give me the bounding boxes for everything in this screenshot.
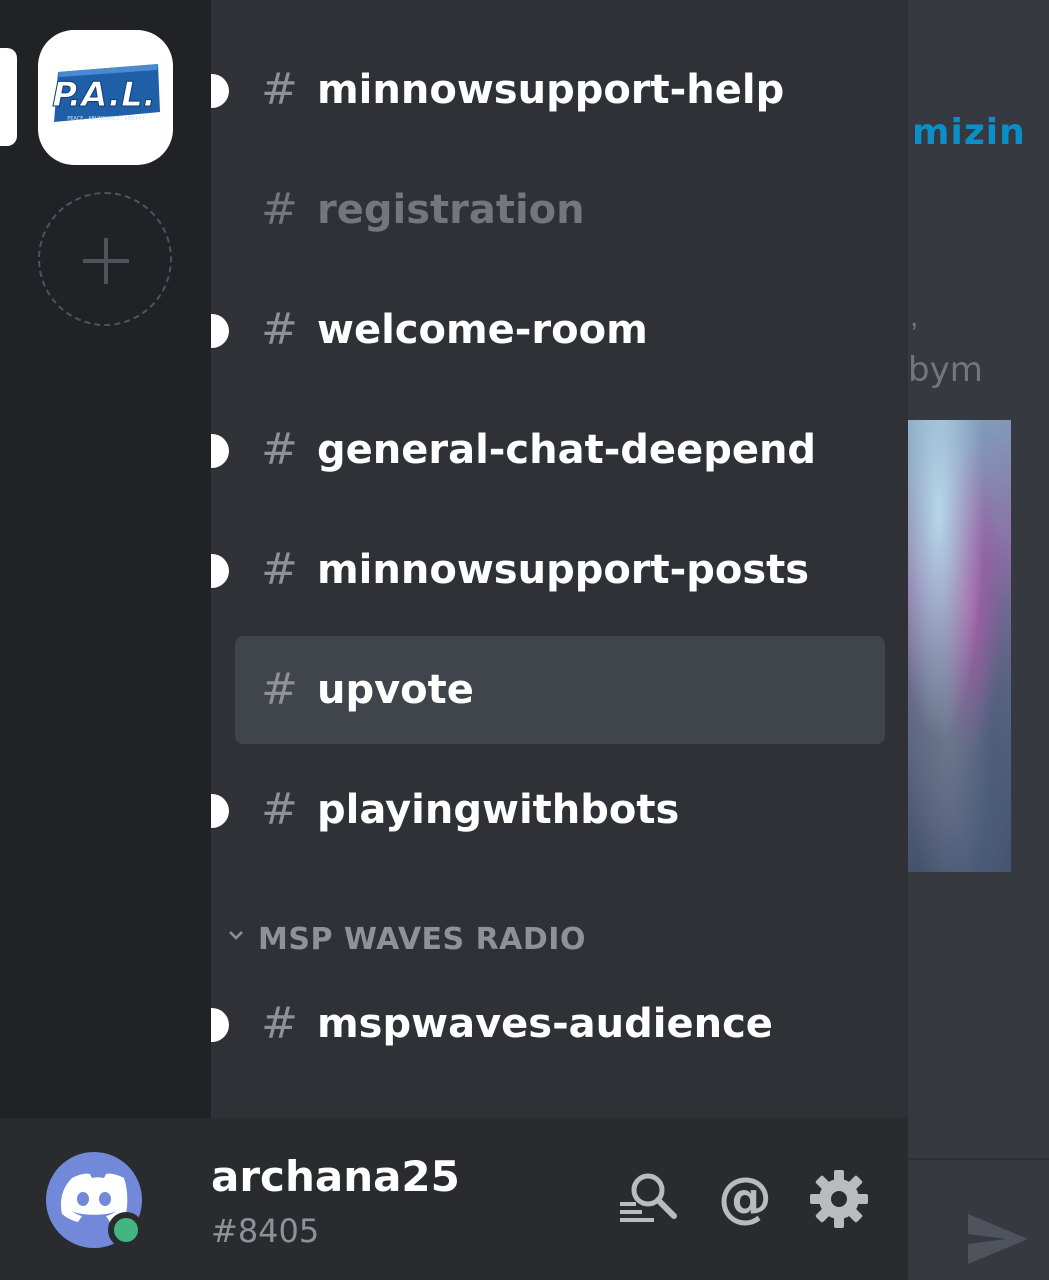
chat-text-fragment: mizin: [912, 112, 1026, 153]
message-input-bar[interactable]: [908, 1158, 1049, 1280]
channel-name: upvote: [317, 667, 474, 713]
channel-name: mspwaves-audience: [317, 1001, 773, 1047]
send-icon[interactable]: [966, 1212, 1030, 1266]
svg-text:P.A.L.: P.A.L.: [52, 75, 156, 115]
channel-name: registration: [317, 187, 585, 233]
hash-icon: #: [261, 184, 298, 235]
online-status-indicator: [108, 1212, 144, 1248]
channel-name: playingwithbots: [317, 787, 680, 833]
channel-item-mspwaves-audience[interactable]: # mspwaves-audience: [211, 970, 885, 1078]
channel-name: welcome-room: [317, 307, 648, 353]
hash-icon: #: [261, 544, 298, 595]
channel-name: minnowsupport-posts: [317, 547, 810, 593]
unread-indicator: [211, 74, 229, 108]
selected-server-indicator: [0, 48, 17, 146]
channel-name: minnowsupport-help: [317, 67, 785, 113]
server-icon-pal[interactable]: P.A.L. PEACE · ABUNDANCE · LIBERTY: [38, 30, 173, 165]
gear-icon[interactable]: [806, 1166, 872, 1232]
hash-icon: #: [261, 664, 298, 715]
channel-item-upvote[interactable]: # upvote: [235, 636, 885, 744]
app-root: mizin , bym P.A.L. PEACE · ABUNDANCE · L…: [0, 0, 1049, 1280]
chevron-down-icon: [229, 931, 243, 940]
channel-item-playingwithbots[interactable]: # playingwithbots: [211, 756, 885, 864]
hash-icon: #: [261, 998, 298, 1049]
search-icon[interactable]: [614, 1166, 680, 1232]
channel-item-general-chat-deepend[interactable]: # general-chat-deepend: [211, 396, 885, 504]
chat-image-attachment[interactable]: [908, 420, 1011, 872]
server-rail: P.A.L. PEACE · ABUNDANCE · LIBERTY: [0, 0, 211, 1118]
channel-name: general-chat-deepend: [317, 427, 817, 473]
channel-item-welcome-room[interactable]: # welcome-room: [211, 276, 885, 384]
svg-text:PEACE · ABUNDANCE · LIBERTY: PEACE · ABUNDANCE · LIBERTY: [67, 116, 146, 122]
category-label: MSP WAVES RADIO: [258, 922, 586, 957]
username: archana25: [211, 1152, 460, 1201]
hash-icon: #: [261, 64, 298, 115]
chat-text-fragment: bym: [908, 350, 983, 390]
pal-logo-icon: P.A.L. PEACE · ABUNDANCE · LIBERTY: [52, 64, 160, 122]
channel-item-minnowsupport-help[interactable]: # minnowsupport-help: [211, 36, 885, 144]
plus-icon: [104, 238, 108, 284]
hash-icon: #: [261, 784, 298, 835]
unread-indicator: [211, 794, 229, 828]
category-header-msp-waves-radio[interactable]: MSP WAVES RADIO: [223, 912, 823, 968]
unread-indicator: [211, 1008, 229, 1042]
svg-text:@: @: [718, 1166, 772, 1229]
channel-item-registration[interactable]: # registration: [235, 156, 885, 264]
unread-indicator: [211, 554, 229, 588]
user-panel: archana25 #8405 @: [0, 1118, 908, 1280]
hash-icon: #: [261, 424, 298, 475]
chat-background: mizin , bym: [908, 0, 1049, 1280]
unread-indicator: [211, 434, 229, 468]
mention-icon[interactable]: @: [712, 1166, 778, 1232]
unread-indicator: [211, 314, 229, 348]
chat-text-fragment: ,: [910, 300, 919, 333]
hash-icon: #: [261, 304, 298, 355]
user-discriminator: #8405: [211, 1212, 320, 1250]
add-server-button[interactable]: [38, 192, 172, 326]
channel-list: # minnowsupport-help # registration # we…: [211, 0, 908, 1118]
channel-item-minnowsupport-posts[interactable]: # minnowsupport-posts: [211, 516, 885, 624]
